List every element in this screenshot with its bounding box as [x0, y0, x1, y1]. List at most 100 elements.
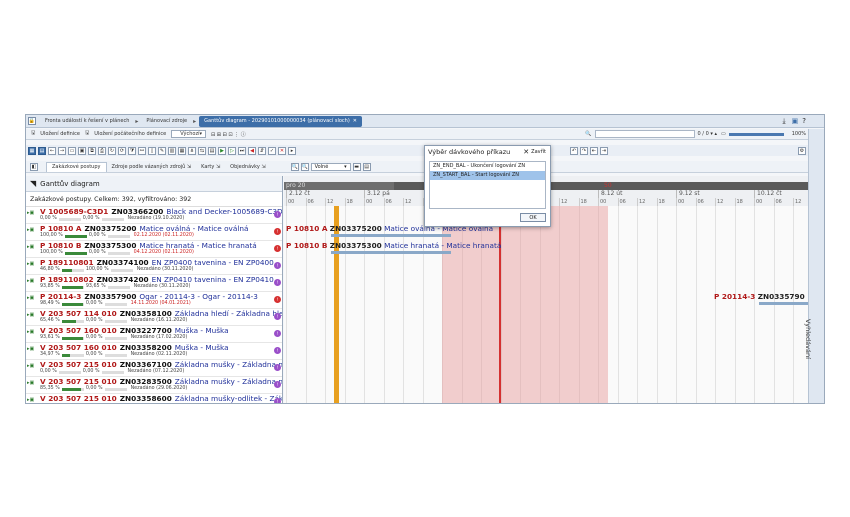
collapse-icon[interactable]: ⇤	[590, 146, 598, 155]
panel-title: Ganttův diagram	[40, 179, 100, 188]
ok-button[interactable]: OK	[520, 213, 546, 222]
list-item[interactable]: ▸▣ P 10810 B ZN03375300 Matice hranatá - Ma…	[26, 241, 282, 258]
gear-icon[interactable]: ⚙	[798, 146, 806, 155]
expand-icon[interactable]: ⇥	[600, 146, 608, 155]
progress-fill	[61, 285, 83, 289]
list-item[interactable]: ▸▣ V 203 507 114 010 ZN03358100 Základna hl…	[26, 309, 282, 326]
help-icon[interactable]: ?	[802, 117, 806, 125]
tab-gantt[interactable]: Ganttův diagram - 20290101000000034 (plá…	[199, 115, 362, 127]
save-icon[interactable]: ▣	[78, 146, 86, 155]
tab-event-queue[interactable]: Fronta událostí k řešení v plánech	[40, 116, 134, 127]
reload-icon[interactable]: ⟳	[118, 146, 126, 155]
tree-icon[interactable]: ⋔	[188, 146, 196, 155]
pin-icon[interactable]: ⇲	[261, 164, 265, 170]
bar-code: P 10810 B	[286, 241, 328, 250]
list-item[interactable]: ▸▣ V 203 507 215 010 ZN03367100 Základna mu…	[26, 360, 282, 377]
calendar-icon[interactable]: ▤	[208, 146, 216, 155]
forward-icon[interactable]: →	[58, 146, 66, 155]
layout-icons[interactable]: ⊟ ⊞ ⊟ ⊡ ⋮ ⓘ	[211, 131, 246, 138]
pin-icon[interactable]: ⇲	[216, 164, 220, 170]
batch-command-list[interactable]: ZN_END_BAL - Ukončení logování ZN ZN_STA…	[429, 161, 546, 209]
save-icon[interactable]: 🖫	[85, 130, 89, 138]
list-item[interactable]: ▸▣ P 189110802 ZN03374200 EN ZP0410 tavenin…	[26, 275, 282, 292]
subtab-orders[interactable]: Objednávky ⇲	[225, 162, 270, 172]
dialog-close-button[interactable]: ✕ Zavřít	[523, 148, 546, 156]
play-end-icon[interactable]: ⏭	[238, 146, 246, 155]
stop-icon[interactable]: ◀	[248, 146, 256, 155]
gantt-bar-label[interactable]: P 10810 B ZN03375300 Matice hranatá - Ma…	[286, 241, 501, 250]
save-default-definition-button[interactable]: Uložení počátečního definice	[94, 131, 166, 137]
gantt-bar[interactable]	[331, 251, 451, 254]
work-order-icon: ▸▣	[27, 227, 35, 233]
zoom-out-icon[interactable]: ▭	[721, 131, 726, 137]
bar-chart-icon[interactable]: ▥	[168, 146, 176, 155]
batch-command-option[interactable]: ZN_END_BAL - Ukončení logování ZN	[430, 162, 545, 171]
gantt-icon[interactable]: ▤	[38, 146, 46, 155]
save-icon[interactable]: 🖫	[31, 130, 35, 138]
forward-step-icon[interactable]: ▸	[288, 146, 296, 155]
play-next-icon[interactable]: ▷	[228, 146, 236, 155]
link-icon[interactable]: ⚯	[138, 146, 146, 155]
grid-icon[interactable]: ▦	[28, 146, 36, 155]
check-icon[interactable]: ✓	[268, 146, 276, 155]
pin-icon[interactable]: ⇲	[187, 164, 191, 170]
split-icon[interactable]: ⇆	[198, 146, 206, 155]
window-icon[interactable]: ▣	[792, 117, 799, 125]
hour-label: 18	[734, 198, 743, 206]
play-icon[interactable]: ▶	[218, 146, 226, 155]
gantt-bar[interactable]	[331, 234, 451, 237]
print-icon[interactable]: ⎙	[98, 146, 106, 155]
doc-icon[interactable]: ▯	[148, 146, 156, 155]
list-item-progress: 93,85 % 93,65 % Nezadáno (30.11.2020)	[40, 284, 282, 290]
delete-icon[interactable]: ✕	[278, 146, 286, 155]
list-item[interactable]: ▸▣ P 189110801 ZN03374100 EN ZP0400 tavenin…	[26, 258, 282, 275]
arrows-icon[interactable]: ⇵	[258, 146, 266, 155]
lock-icon[interactable]: 🔒	[28, 117, 36, 125]
order-code: V 203 507 215 010	[40, 394, 117, 403]
zoom-slider[interactable]	[728, 132, 784, 136]
tab-planning-resources[interactable]: Plánovací zdroje	[141, 116, 192, 127]
batch-command-option-selected[interactable]: ZN_START_BAL - Start logování ZN	[430, 171, 545, 180]
search-counter[interactable]: 0 / 0 ▾ ▴	[698, 131, 717, 137]
gantt-bar[interactable]	[759, 302, 808, 305]
list-item[interactable]: ▸▣ V 203 507 160 010 ZN03358200 Muška - Muš…	[26, 343, 282, 360]
subtab-work-orders[interactable]: Zakázkové postupy	[46, 161, 107, 172]
order-number: ZN03367100	[119, 360, 172, 369]
close-icon[interactable]: ✕	[353, 118, 357, 124]
table-icon[interactable]: ▦	[178, 146, 186, 155]
list-item[interactable]: ▸▣ V 203 507 215 010 ZN03358600 Základna mu…	[26, 394, 282, 403]
list-item[interactable]: ▸▣ P 10810 A ZN03375200 Matice oválná - Mat…	[26, 224, 282, 241]
search-side-panel[interactable]: Vyhledávání	[804, 129, 824, 403]
list-item[interactable]: ▸▣ V 1005689-C3D1 ZN03366200 Black and Deck…	[26, 207, 282, 224]
list-item[interactable]: ▸▣ V 203 507 215 010 ZN03283500 Základna mu…	[26, 377, 282, 394]
list-item[interactable]: ▸▣ V 203 507 160 010 ZN03227700 Muška - Muš…	[26, 326, 282, 343]
default-select[interactable]: Výchozí ▾	[171, 130, 206, 138]
edit-icon[interactable]: ✎	[158, 146, 166, 155]
search-input[interactable]	[594, 130, 695, 138]
list-item-title: P 10810 A ZN03375200 Matice oválná - Matic…	[40, 224, 282, 233]
subtab-label: Karty	[201, 163, 215, 170]
zoom-in-icon[interactable]: 🔍	[290, 162, 299, 171]
save-definition-button[interactable]: Uložení definice	[40, 131, 80, 137]
filter-icon[interactable]: ⧩	[128, 146, 136, 155]
panel-toggle-icon[interactable]: ◧	[30, 162, 38, 171]
list-item-title: P 189110802 ZN03374200 EN ZP0410 tavenina …	[40, 275, 282, 284]
gantt-bar-label[interactable]: P 20114-3 ZN0335790	[714, 292, 805, 301]
copy-icon[interactable]: ⧉	[88, 146, 96, 155]
subtab-cards[interactable]: Karty ⇲	[196, 162, 225, 172]
redo-icon[interactable]: ↷	[580, 146, 588, 155]
minus-icon[interactable]: ▬	[352, 162, 361, 171]
list-icon[interactable]: ▤	[362, 162, 371, 171]
download-icon[interactable]: ⤓	[783, 117, 786, 126]
list-item-title: V 1005689-C3D1 ZN03366200 Black and Decker…	[40, 207, 282, 216]
folder-icon[interactable]: ▭	[68, 146, 76, 155]
back-icon[interactable]: ←	[48, 146, 56, 155]
progress-bar-2	[110, 268, 133, 272]
subtab-resources[interactable]: Zdroje podle vázaných zdrojů ⇲	[107, 162, 197, 172]
undo-icon[interactable]: ↶	[570, 146, 578, 155]
refresh-icon[interactable]: ↻	[108, 146, 116, 155]
list-item[interactable]: ▸▣ P 20114-3 ZN03357900 Ogar - 20114-3 - Og…	[26, 292, 282, 309]
list-item-progress: 0,00 % 0,00 % Nezadáno (07.12.2020)	[40, 369, 282, 375]
zoom-out-icon[interactable]: 🔍	[300, 162, 309, 171]
view-select[interactable]: Volné ▾	[310, 162, 351, 171]
